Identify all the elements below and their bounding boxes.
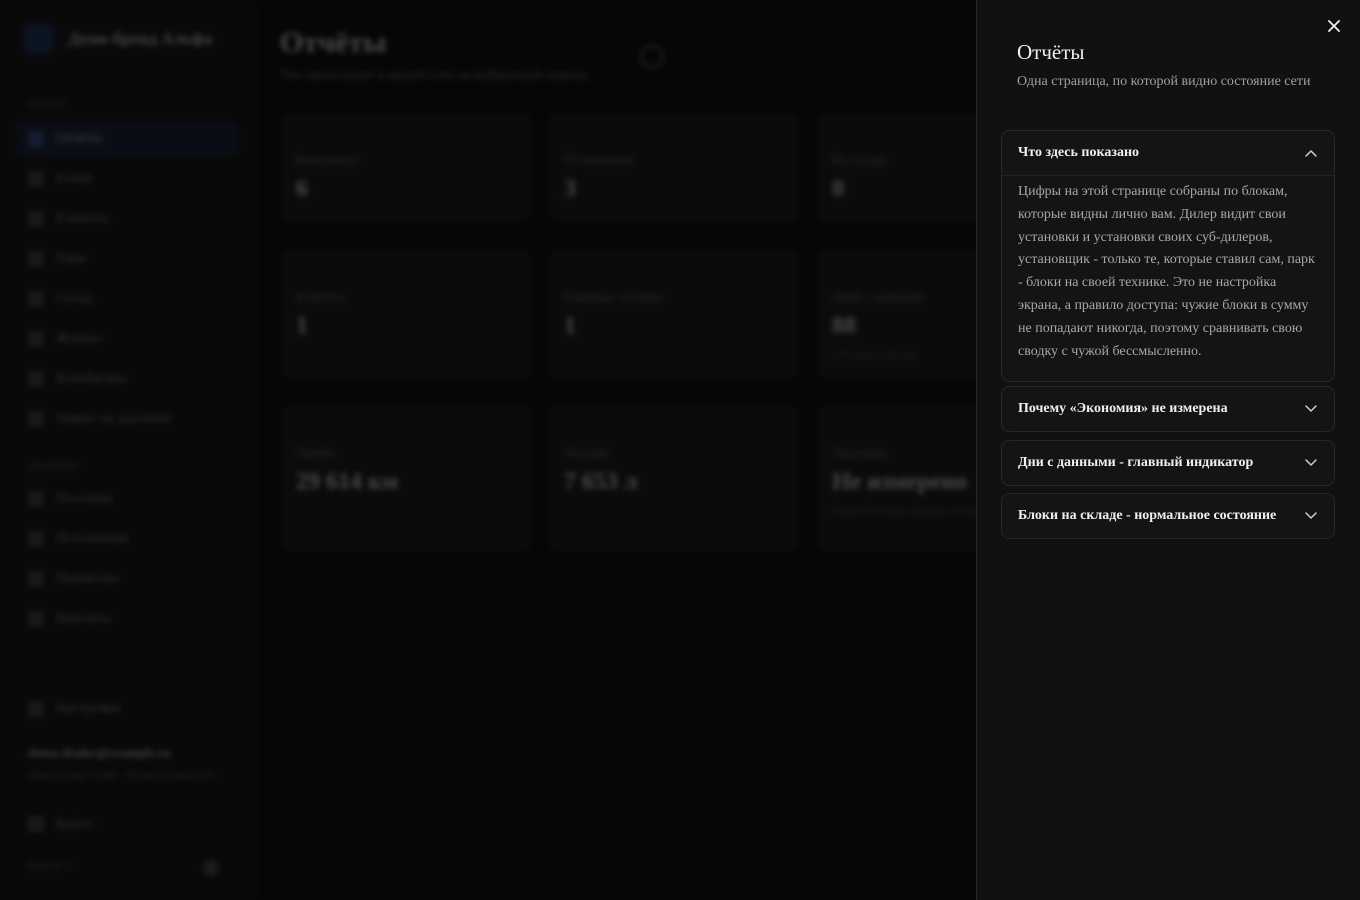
panel-title: Отчёты (1017, 40, 1085, 64)
accordion-item-data-days: Дни с данными - главный индикатор (1001, 440, 1335, 486)
chevron-down-icon (1304, 509, 1318, 523)
accordion-header[interactable]: Почему «Экономия» не измерена (1002, 387, 1334, 431)
close-icon (1328, 20, 1340, 32)
accordion-body: Цифры на этой странице собраны по блокам… (1002, 175, 1334, 381)
accordion-header[interactable]: Блоки на складе - нормальное состояние (1002, 494, 1334, 538)
accordion-item-economy: Почему «Экономия» не измерена (1001, 386, 1335, 432)
accordion-title: Дни с данными - главный индикатор (1018, 455, 1254, 470)
accordion-item-what-shown: Что здесь показано Цифры на этой страниц… (1001, 130, 1335, 383)
close-button[interactable] (1323, 15, 1345, 37)
accordion-title: Блоки на складе - нормальное состояние (1018, 508, 1277, 523)
panel-subtitle: Одна страница, по которой видно состояни… (1017, 74, 1311, 89)
chevron-up-icon (1304, 146, 1318, 160)
chevron-down-icon (1304, 402, 1318, 416)
chevron-down-icon (1304, 456, 1318, 470)
accordion-item-warehouse-blocks: Блоки на складе - нормальное состояние (1001, 493, 1335, 539)
accordion-title: Что здесь показано (1018, 145, 1140, 160)
accordion-header[interactable]: Что здесь показано (1002, 131, 1334, 175)
accordion-header[interactable]: Дни с данными - главный индикатор (1002, 441, 1334, 485)
accordion-title: Почему «Экономия» не измерена (1018, 401, 1228, 416)
